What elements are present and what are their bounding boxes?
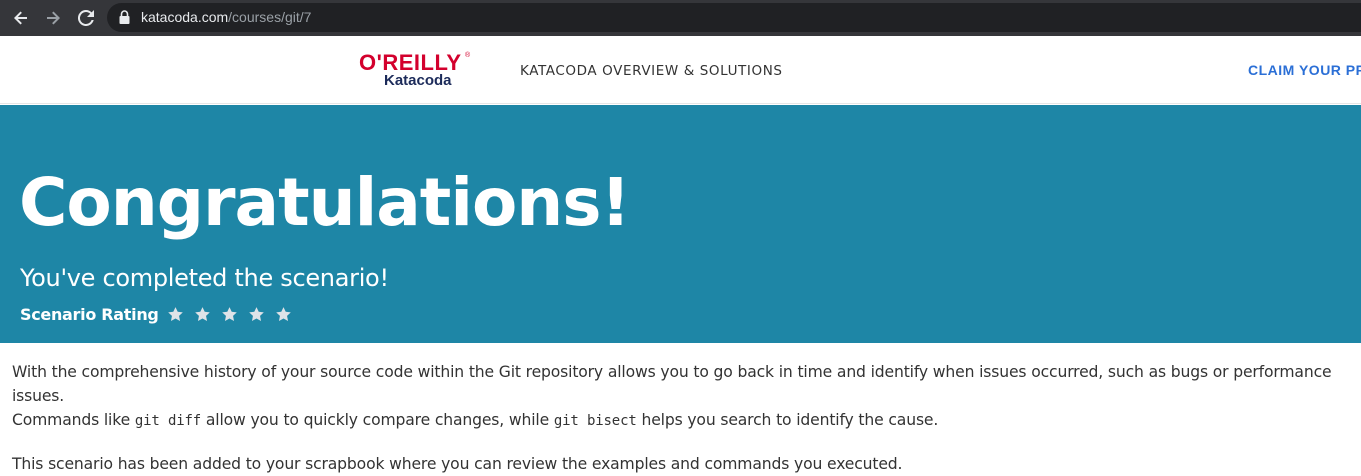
star-icon[interactable] xyxy=(166,304,186,324)
summary-text-middle: allow you to quickly compare changes, wh… xyxy=(201,411,554,429)
summary-paragraph: With the comprehensive history of your s… xyxy=(12,360,1357,433)
logo-brand-text: O'REILLY xyxy=(359,50,462,75)
url-text[interactable]: katacoda.com/courses/git/7 xyxy=(141,9,311,26)
summary-text-line1: With the comprehensive history of your s… xyxy=(12,363,1332,405)
star-icon[interactable] xyxy=(193,304,213,324)
url-host: katacoda.com xyxy=(141,9,229,25)
scenario-summary: With the comprehensive history of your s… xyxy=(12,360,1357,476)
url-path: /courses/git/7 xyxy=(228,9,312,25)
reload-icon[interactable] xyxy=(74,6,98,30)
address-bar[interactable]: katacoda.com/courses/git/7 xyxy=(107,3,1361,32)
summary-text-suffix: helps you search to identify the cause. xyxy=(636,411,939,429)
summary-text-prefix: Commands like xyxy=(12,411,135,429)
logo-product-text: Katacoda xyxy=(384,72,452,89)
site-header: O'REILLY ® Katacoda KATACODA OVERVIEW & … xyxy=(0,36,1361,104)
browser-toolbar: katacoda.com/courses/git/7 xyxy=(0,0,1361,36)
oreilly-katacoda-logo[interactable]: O'REILLY ® Katacoda xyxy=(359,52,471,92)
code-git-bisect: git bisect xyxy=(553,413,637,429)
claim-link[interactable]: CLAIM YOUR PR xyxy=(1248,62,1361,78)
rating-stars xyxy=(166,304,301,324)
completion-subtitle: You've completed the scenario! xyxy=(20,264,389,292)
code-git-diff: git diff xyxy=(134,413,202,429)
star-icon[interactable] xyxy=(247,304,267,324)
hero-banner: Congratulations! You've completed the sc… xyxy=(0,105,1361,343)
registered-mark: ® xyxy=(465,52,471,59)
nav-link-overview[interactable]: KATACODA OVERVIEW & SOLUTIONS xyxy=(520,63,783,79)
scenario-rating: Scenario Rating xyxy=(20,303,301,325)
page-title: Congratulations! xyxy=(19,164,631,241)
lock-icon[interactable] xyxy=(119,10,130,29)
star-icon[interactable] xyxy=(220,304,240,324)
forward-arrow-icon[interactable] xyxy=(41,6,65,30)
rating-label: Scenario Rating xyxy=(20,304,159,324)
back-arrow-icon[interactable] xyxy=(9,6,33,30)
star-icon[interactable] xyxy=(274,304,294,324)
